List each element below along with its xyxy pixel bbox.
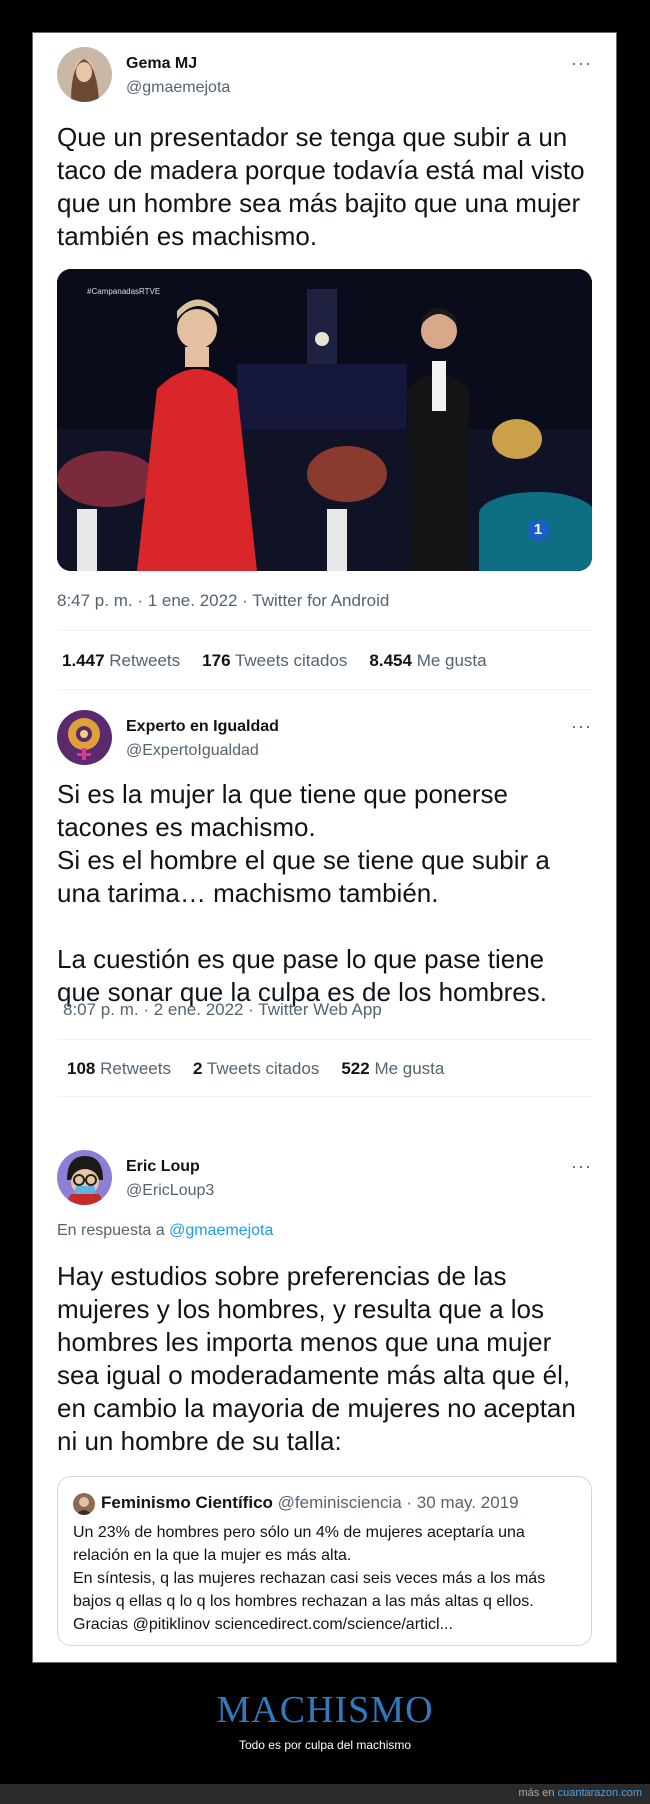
hashtag-caption: #CampanadasRTVE: [87, 287, 161, 296]
quoted-avatar: [73, 1493, 95, 1515]
avatar[interactable]: [57, 47, 112, 102]
engagement-stats: 108 Retweets 2 Tweets citados 522 Me gus…: [67, 1059, 444, 1079]
like-count[interactable]: 522 Me gusta: [341, 1059, 444, 1079]
avatar[interactable]: [57, 710, 112, 765]
tweet-timestamp[interactable]: 8:07 p. m. · 2 ene. 2022 · Twitter Web A…: [63, 1000, 382, 1020]
divider: [57, 689, 592, 690]
quote-count[interactable]: 176 Tweets citados: [202, 651, 347, 671]
reply-mention-link[interactable]: @gmaemejota: [169, 1222, 273, 1239]
quoted-header: Feminismo Científico @feminisciencia · 3…: [101, 1493, 519, 1513]
divider: [57, 630, 592, 631]
tweet-text: Hay estudios sobre preferencias de las m…: [57, 1261, 576, 1456]
display-name[interactable]: Gema MJ: [126, 55, 197, 73]
site-link[interactable]: cuantarazon.com: [558, 1787, 642, 1799]
tweet-text: Si es la mujer la que tiene que ponerse …: [57, 779, 550, 1007]
tweet-collage: Gema MJ @gmaemejota ··· Que un presentad…: [32, 32, 617, 1663]
quoted-text: Un 23% de hombres pero sólo un 4% de muj…: [73, 1524, 546, 1633]
divider: [57, 1039, 592, 1040]
avatar[interactable]: [57, 1150, 112, 1205]
like-count[interactable]: 8.454 Me gusta: [369, 651, 486, 671]
more-options-icon[interactable]: ···: [571, 716, 592, 737]
retweet-count[interactable]: 1.447 Retweets: [62, 651, 180, 671]
tweet-image[interactable]: #CampanadasRTVE 1: [57, 269, 592, 571]
quoted-date: · 30 may. 2019: [406, 1493, 519, 1512]
reply-context: En respuesta a @gmaemejota: [57, 1222, 274, 1239]
display-name[interactable]: Experto en Igualdad: [126, 718, 279, 736]
engagement-stats: 1.447 Retweets 176 Tweets citados 8.454 …: [62, 651, 487, 671]
bottom-bar: más en cuantarazon.com: [0, 1784, 650, 1804]
more-options-icon[interactable]: ···: [571, 53, 592, 74]
site-credit: más en cuantarazon.com: [518, 1787, 642, 1799]
post-subtitle: Todo es por culpa del machismo: [238, 1738, 412, 1752]
user-handle[interactable]: @gmaemejota: [126, 79, 230, 97]
user-handle[interactable]: @EricLoup3: [126, 1182, 214, 1200]
quoted-tweet[interactable]: Feminismo Científico @feminisciencia · 3…: [57, 1476, 592, 1646]
quote-count[interactable]: 2 Tweets citados: [193, 1059, 319, 1079]
retweet-count[interactable]: 108 Retweets: [67, 1059, 171, 1079]
tweet-text: Que un presentador se tenga que subir a …: [57, 122, 585, 251]
quoted-handle[interactable]: @feminisciencia: [278, 1493, 402, 1512]
user-handle[interactable]: @ExpertoIgualdad: [126, 742, 259, 760]
channel-logo-icon: 1: [527, 519, 549, 541]
tweet-timestamp[interactable]: 8:47 p. m. · 1 ene. 2022 · Twitter for A…: [57, 591, 389, 611]
quoted-display-name[interactable]: Feminismo Científico: [101, 1493, 273, 1512]
post-title: MACHISMO: [216, 1689, 434, 1731]
divider: [57, 1096, 592, 1097]
more-options-icon[interactable]: ···: [571, 1156, 592, 1177]
display-name[interactable]: Eric Loup: [126, 1158, 200, 1176]
